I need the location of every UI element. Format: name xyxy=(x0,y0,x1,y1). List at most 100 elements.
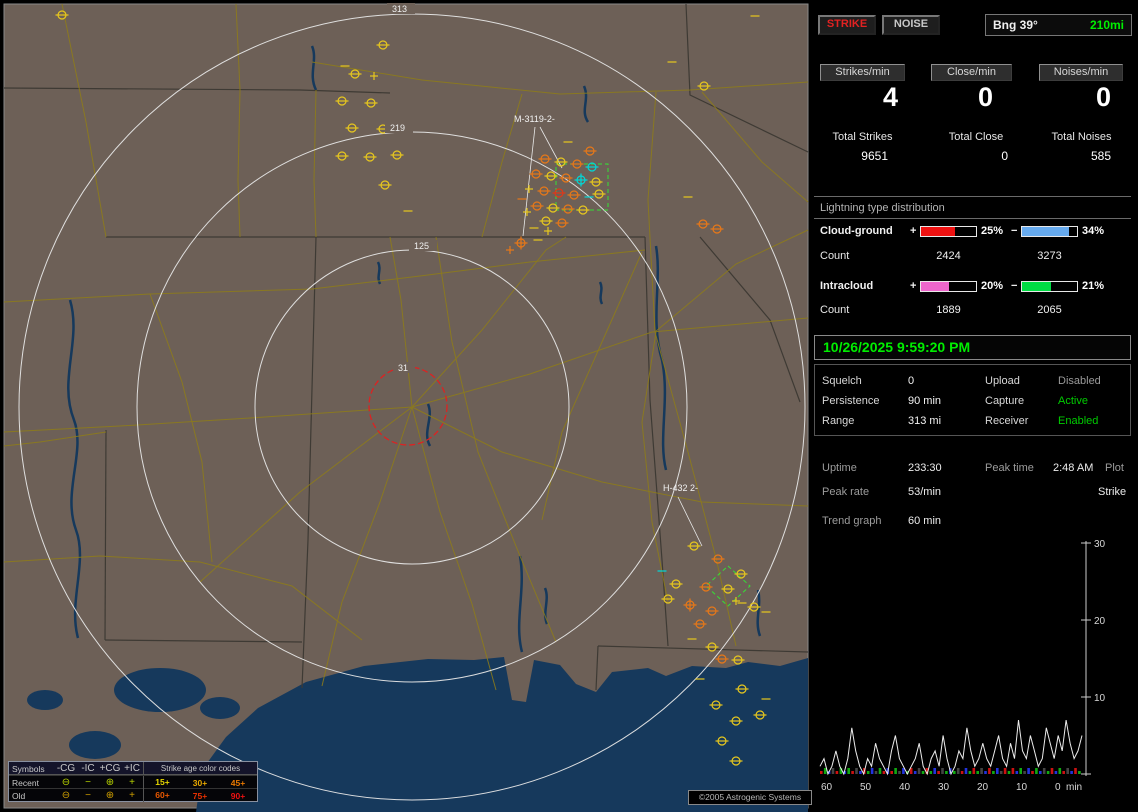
total-close-label: Total Close xyxy=(948,131,1004,143)
ic-count-label: Count xyxy=(820,304,850,316)
range-value: 313 mi xyxy=(908,415,942,427)
divider xyxy=(814,218,1131,219)
strikes-per-min-box[interactable]: Strikes/min xyxy=(820,64,905,81)
total-noises-value: 585 xyxy=(1090,149,1111,163)
trend-graph-window: 60 min xyxy=(908,515,942,527)
storm-cell-label: H-432 2- xyxy=(663,483,698,493)
cg-positive-count: 2424 xyxy=(936,250,961,262)
cg-negative-count: 3273 xyxy=(1037,250,1062,262)
legend-col-pos-ic: +IC xyxy=(124,762,140,774)
ic-negative-pct: 21% xyxy=(1082,280,1105,292)
plot-value: Strike xyxy=(1098,486,1127,498)
uptime-value: 233:30 xyxy=(908,462,942,474)
pos-ic-icon: + xyxy=(129,776,135,788)
trend-graph: 30 20 10 60 50 40 30 20 10 0 min xyxy=(819,539,1106,793)
legend-col-pos-cg: +CG xyxy=(99,762,121,774)
pos-cg-icon: ⊕ xyxy=(105,776,115,788)
total-strikes-value: 9651 xyxy=(861,149,888,163)
trend-x-unit-label: min xyxy=(1066,782,1082,793)
cg-positive-bar xyxy=(920,226,977,237)
plus-sign: + xyxy=(910,225,917,237)
legend-row-recent: Recent ⊖ − ⊕ + 15+ 30+ 45+ xyxy=(9,775,257,789)
plus-sign: + xyxy=(910,280,917,292)
bearing-range-value: 210mi xyxy=(1089,18,1124,32)
nexstorm-app: 313 219 125 31 M-3119-2- H-432 2- Symbols -C… xyxy=(0,0,1138,812)
cg-count-label: Count xyxy=(820,250,850,262)
cg-positive-pct: 25% xyxy=(981,225,1004,237)
age-code-30: 30+ xyxy=(192,777,208,788)
bearing-readout: Bng 39° 210mi xyxy=(985,14,1132,36)
capture-status: Active xyxy=(1058,395,1088,407)
strikes-per-min-value: 4 xyxy=(882,82,898,112)
trend-x-tick-label: 50 xyxy=(860,782,872,793)
range-ring-label: 313 xyxy=(392,4,407,14)
legend-row-old: Old ⊖ − ⊕ + 60+ 75+ 90+ xyxy=(9,788,257,802)
uptime-label: Uptime xyxy=(822,462,857,474)
peak-time-label: Peak time xyxy=(985,462,1034,474)
squelch-label: Squelch xyxy=(822,375,862,387)
trend-x-tick-label: 0 xyxy=(1055,782,1061,793)
ic-negative-fill xyxy=(1022,282,1051,291)
trend-x-tick-label: 20 xyxy=(977,782,989,793)
range-ring-label: 125 xyxy=(414,241,429,251)
minus-sign: − xyxy=(1011,225,1018,237)
intracloud-label: Intracloud xyxy=(820,280,874,292)
trend-graph-label: Trend graph xyxy=(822,515,882,527)
range-label: Range xyxy=(822,415,855,427)
peak-time-value: 2:48 AM xyxy=(1053,462,1094,474)
bearing-label: Bng 39° xyxy=(993,18,1038,32)
receiver-label: Receiver xyxy=(985,415,1029,427)
plot-label: Plot xyxy=(1105,462,1124,474)
legend-recent-label: Recent xyxy=(12,777,39,788)
cg-positive-fill xyxy=(921,227,956,236)
capture-label: Capture xyxy=(985,395,1025,407)
strike-toggle-button[interactable]: STRIKE xyxy=(818,15,876,35)
close-per-min-box[interactable]: Close/min xyxy=(931,64,1012,81)
neg-ic-icon: − xyxy=(85,789,91,801)
peak-rate-label: Peak rate xyxy=(822,486,870,498)
divider xyxy=(814,196,1131,197)
ic-positive-bar xyxy=(920,281,977,292)
range-ring-label: 31 xyxy=(398,363,408,373)
cg-negative-fill xyxy=(1022,227,1069,236)
persistence-value: 90 min xyxy=(908,395,942,407)
trend-y-tick-label: 20 xyxy=(1094,616,1106,627)
noises-per-min-value: 0 xyxy=(1095,82,1111,112)
map-area: 313 219 125 31 M-3119-2- H-432 2- Symbols -C… xyxy=(0,0,812,812)
age-code-60: 60+ xyxy=(143,789,181,802)
neg-cg-icon: ⊖ xyxy=(61,789,71,801)
trend-y-tick-label: 10 xyxy=(1094,693,1106,704)
ic-positive-fill xyxy=(921,282,949,291)
legend-header: Symbols -CG -IC +CG +IC Strike age color… xyxy=(9,762,257,775)
trend-trace xyxy=(819,720,1083,776)
pos-cg-icon: ⊕ xyxy=(105,789,115,801)
cg-negative-pct: 34% xyxy=(1082,225,1105,237)
legend-symbols-header: Symbols xyxy=(12,763,45,774)
trend-y-tick-label: 30 xyxy=(1094,539,1106,550)
pos-ic-icon: + xyxy=(129,789,135,801)
noise-toggle-button[interactable]: NOISE xyxy=(882,15,940,35)
legend-col-neg-ic: -IC xyxy=(81,762,95,774)
trend-x-tick-label: 30 xyxy=(938,782,950,793)
receiver-status: Enabled xyxy=(1058,415,1099,427)
trend-x-tick-label: 40 xyxy=(899,782,911,793)
age-code-75: 75+ xyxy=(192,790,208,801)
trend-x-tick-label: 60 xyxy=(821,782,833,793)
minus-sign: − xyxy=(1011,280,1018,292)
peak-rate-value: 53/min xyxy=(908,486,942,498)
close-per-min-value: 0 xyxy=(977,82,993,112)
lightning-map[interactable]: 313 219 125 31 M-3119-2- H-432 2- xyxy=(0,0,812,812)
ic-positive-pct: 20% xyxy=(981,280,1004,292)
neg-ic-icon: − xyxy=(85,776,91,788)
noises-per-min-box[interactable]: Noises/min xyxy=(1039,64,1123,81)
upload-status: Disabled xyxy=(1058,375,1101,387)
distribution-title: Lightning type distribution xyxy=(820,202,945,214)
squelch-value: 0 xyxy=(908,375,915,387)
legend-col-neg-cg: -CG xyxy=(56,762,76,774)
cloud-ground-label: Cloud-ground xyxy=(820,225,893,237)
total-close-value: 0 xyxy=(1001,149,1008,163)
ic-positive-count: 1889 xyxy=(936,304,961,316)
neg-cg-icon: ⊖ xyxy=(61,776,71,788)
trend-x-tick-label: 10 xyxy=(1016,782,1028,793)
range-ring-label: 219 xyxy=(390,123,405,133)
